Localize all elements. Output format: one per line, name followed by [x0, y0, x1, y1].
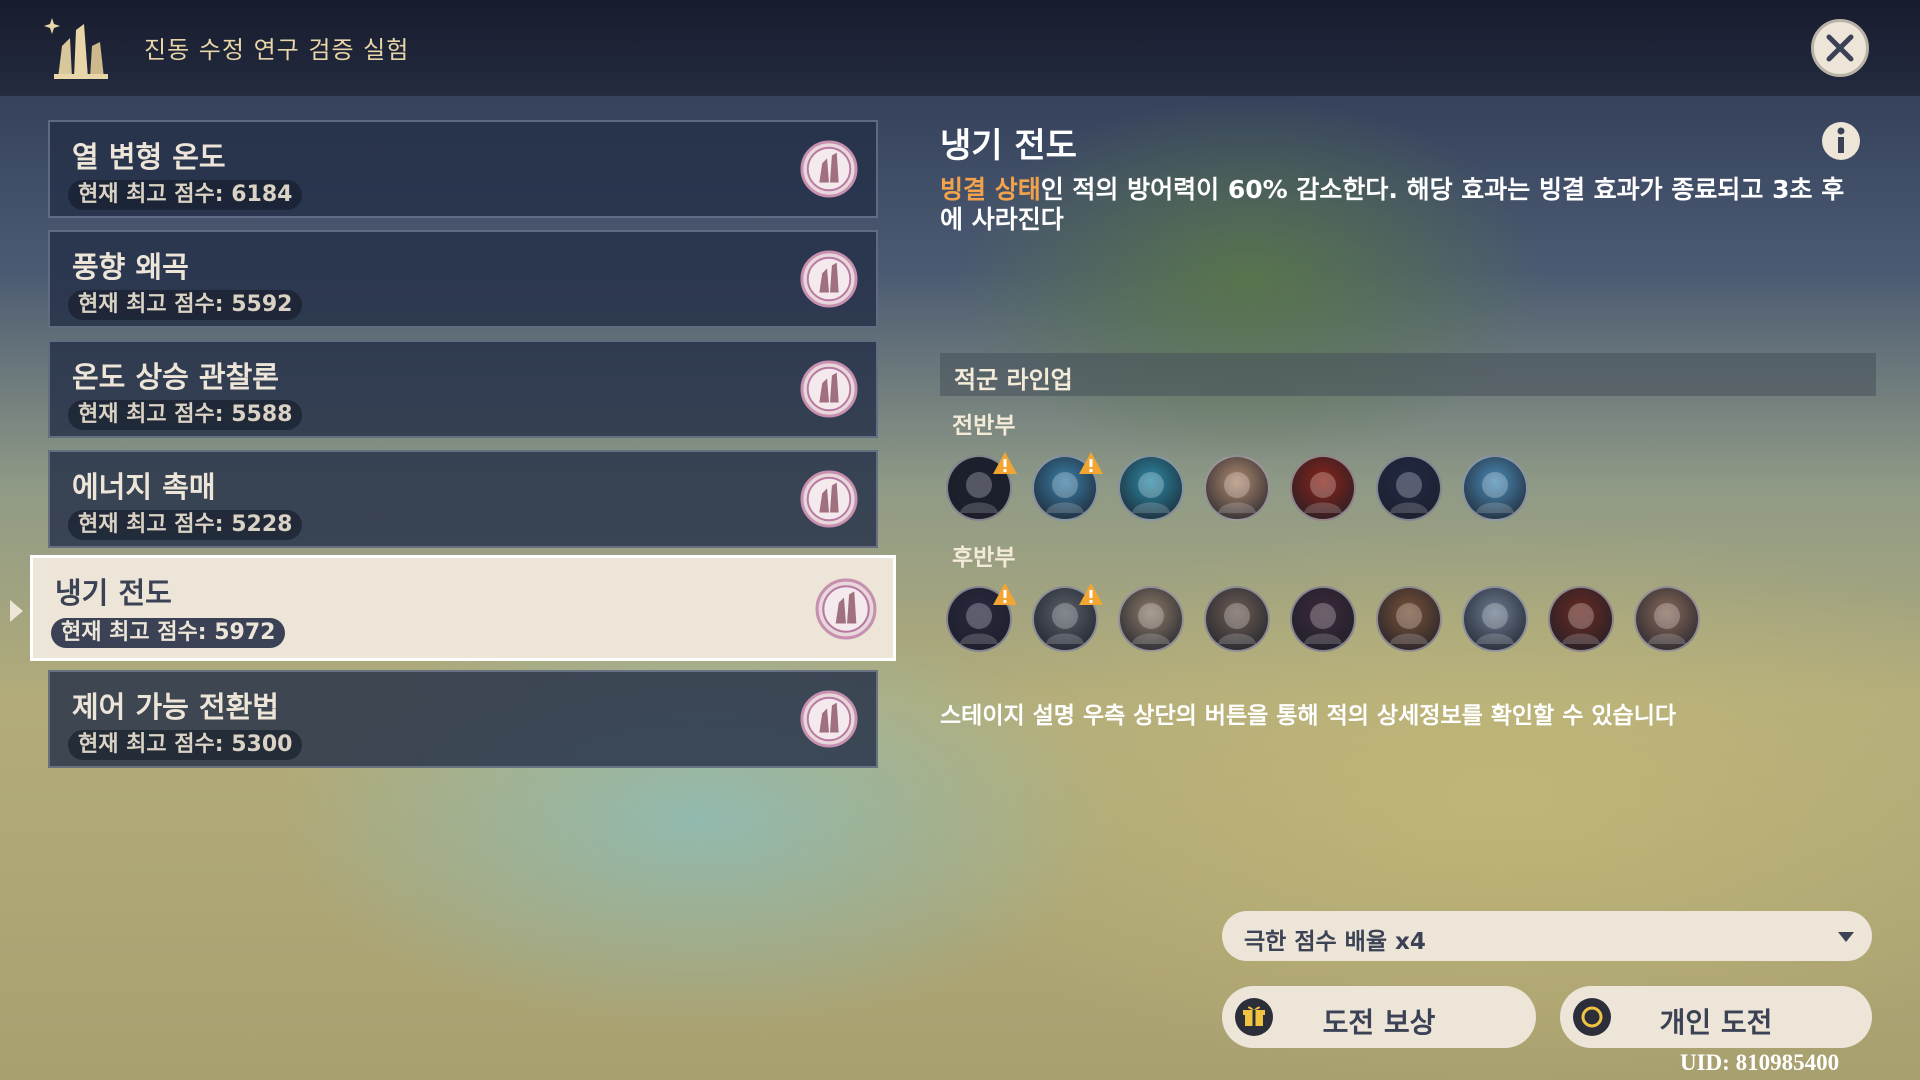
event-title: 진동 수정 연구 검증 실험	[144, 36, 410, 64]
pyro-demon-enemy-icon[interactable]	[1290, 455, 1356, 521]
headband-warrior-enemy-icon[interactable]	[1548, 586, 1614, 652]
challenge-item[interactable]: 온도 상승 관찰론현재 최고 점수: 5588	[48, 340, 878, 438]
challenge-reward-button[interactable]: 도전 보상	[1222, 986, 1536, 1048]
lineup-title: 적군 라인업	[954, 366, 1073, 394]
challenge-name: 냉기 전도	[55, 576, 172, 610]
warning-icon	[993, 583, 1017, 605]
challenge-name: 풍향 왜곡	[72, 250, 189, 284]
challenge-badge-icon	[800, 360, 858, 418]
enemy-portrait	[1390, 603, 1428, 644]
best-score: 현재 최고 점수: 5972	[51, 618, 286, 648]
challenge-badge-icon	[815, 578, 877, 640]
best-score: 현재 최고 점수: 6184	[68, 180, 303, 210]
challenge-name: 온도 상승 관찰론	[72, 360, 279, 394]
stage-description: 빙결 상태인 적의 방어력이 60% 감소한다. 해당 효과는 빙결 효과가 종…	[940, 175, 1860, 235]
silver-hair-enemy-icon[interactable]	[1462, 586, 1528, 652]
soldier-enemy-icon[interactable]	[1376, 586, 1442, 652]
challenge-badge-icon	[800, 690, 858, 748]
event-logo-icon	[44, 18, 108, 79]
warning-icon	[1079, 583, 1103, 605]
warning-icon	[993, 452, 1017, 474]
stage-title: 냉기 전도	[940, 126, 1077, 166]
challenge-item[interactable]: 풍향 왜곡현재 최고 점수: 5592	[48, 230, 878, 328]
best-score: 현재 최고 점수: 5300	[68, 730, 303, 760]
enemy-portrait	[1476, 603, 1514, 644]
top-bar: 진동 수정 연구 검증 실험	[0, 0, 1920, 96]
challenge-name: 제어 가능 전환법	[72, 690, 279, 724]
first-half-label: 전반부	[952, 413, 1016, 439]
enemy-portrait	[1562, 603, 1600, 644]
cryo-orb-enemy-icon[interactable]	[1032, 452, 1103, 521]
helmeted-soldier-enemy-icon[interactable]	[1032, 583, 1103, 652]
warning-icon	[1079, 452, 1103, 474]
horned-beast-enemy-icon[interactable]	[1204, 455, 1270, 521]
enemy-portrait	[1132, 472, 1170, 513]
dark-mask-enemy-icon[interactable]	[946, 452, 1017, 521]
masked-man-enemy-icon[interactable]	[1204, 586, 1270, 652]
enemy-portrait	[1304, 472, 1342, 513]
enemy-portrait	[1132, 603, 1170, 644]
challenge-name: 열 변형 온도	[72, 140, 226, 174]
solo-challenge-button[interactable]: 개인 도전	[1560, 986, 1872, 1048]
cryo-orb-enemy-icon[interactable]	[1462, 455, 1528, 521]
challenge-name: 에너지 촉매	[72, 470, 216, 504]
challenge-badge-icon	[800, 470, 858, 528]
description-highlight: 빙결 상태	[940, 175, 1041, 204]
dark-knight-enemy-icon[interactable]	[946, 583, 1017, 652]
enemy-info-button[interactable]	[1822, 122, 1860, 160]
challenge-badge-icon	[800, 140, 858, 198]
masked-man-enemy-icon[interactable]	[1118, 586, 1184, 652]
reward-button-label: 도전 보상	[1322, 1006, 1436, 1039]
best-score: 현재 최고 점수: 5592	[68, 290, 303, 320]
enemy-portrait	[1218, 603, 1256, 644]
challenge-badge-icon	[800, 250, 858, 308]
enemy-portrait	[1476, 472, 1514, 513]
challenge-item[interactable]: 열 변형 온도현재 최고 점수: 6184	[48, 120, 878, 218]
enemy-portrait	[1390, 472, 1428, 513]
best-score: 현재 최고 점수: 5588	[68, 400, 303, 430]
challenge-item[interactable]: 제어 가능 전환법현재 최고 점수: 5300	[48, 670, 878, 768]
cryo-slime-enemy-icon[interactable]	[1118, 455, 1184, 521]
eyepatch-elder-enemy-icon[interactable]	[1634, 586, 1700, 652]
armored-beast-enemy-icon[interactable]	[1376, 455, 1442, 521]
selection-arrow-icon	[10, 600, 23, 622]
masked-rogue-enemy-icon[interactable]	[1290, 586, 1356, 652]
challenge-item[interactable]: 에너지 촉매현재 최고 점수: 5228	[48, 450, 878, 548]
score-multiplier-dropdown[interactable]: 극한 점수 배율 x4	[1222, 911, 1872, 961]
close-icon	[1826, 34, 1854, 62]
hint-text: 스테이지 설명 우측 상단의 버튼을 통해 적의 상세정보를 확인할 수 있습니…	[940, 703, 1677, 729]
enemy-lineup-header: 적군 라인업	[940, 353, 1876, 396]
best-score: 현재 최고 점수: 5228	[68, 510, 303, 540]
uid-text: UID: 810985400	[1680, 1050, 1840, 1075]
enemy-portrait	[1648, 603, 1686, 644]
description-text: 인 적의 방어력이 60% 감소한다. 해당 효과는 빙결 효과가 종료되고 3…	[940, 175, 1845, 234]
info-icon	[1837, 127, 1845, 153]
solo-button-label: 개인 도전	[1659, 1006, 1773, 1039]
chevron-down-icon	[1838, 932, 1854, 942]
enemy-portrait	[1218, 472, 1256, 513]
second-half-label: 후반부	[952, 545, 1016, 571]
enemy-portrait	[1304, 603, 1342, 644]
close-button[interactable]	[1811, 19, 1869, 77]
multiplier-value: 극한 점수 배율 x4	[1244, 929, 1426, 955]
challenge-item[interactable]: 냉기 전도현재 최고 점수: 5972	[30, 555, 896, 661]
